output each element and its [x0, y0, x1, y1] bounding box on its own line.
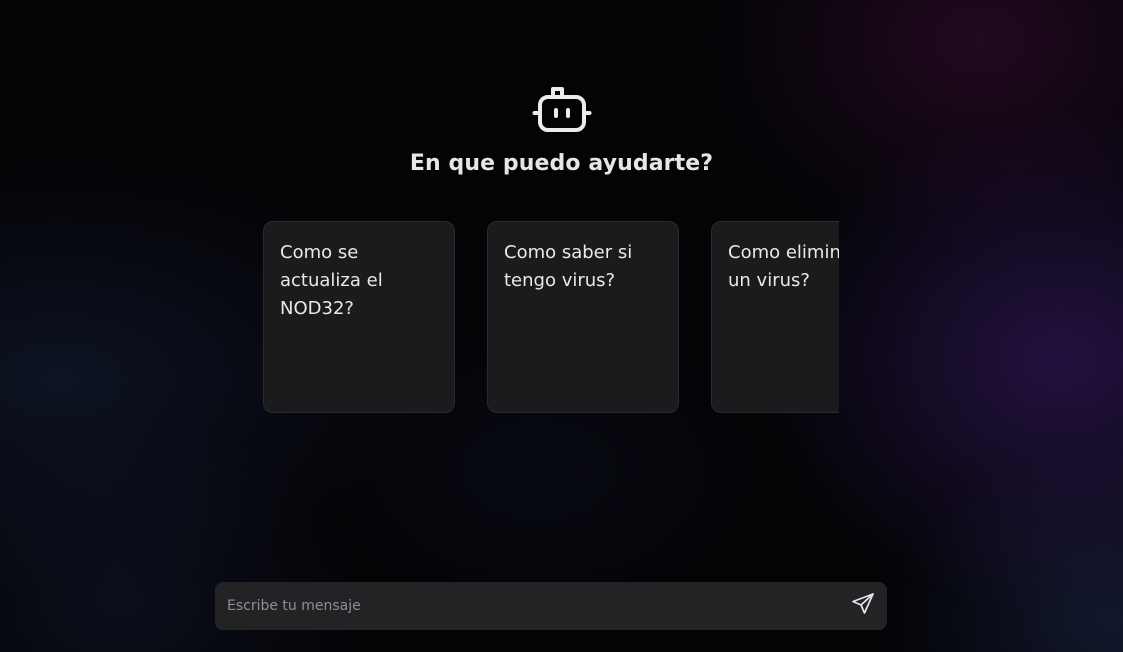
suggestions-track: Como se actualiza el NOD32? Como saber s…: [263, 221, 839, 413]
suggestion-card[interactable]: Como saber si tengo virus?: [487, 221, 679, 413]
suggestion-text: Como se actualiza el NOD32?: [280, 242, 383, 319]
suggestion-text: Como eliminar un virus?: [728, 242, 839, 291]
suggestions-carousel: Como se actualiza el NOD32? Como saber s…: [263, 221, 839, 413]
suggestion-text: Como saber si tengo virus?: [504, 242, 633, 291]
send-button[interactable]: [839, 582, 887, 630]
message-composer: [215, 582, 887, 630]
suggestion-card[interactable]: Como se actualiza el NOD32?: [263, 221, 455, 413]
send-icon: [851, 592, 875, 620]
welcome-title: En que puedo ayudarte?: [409, 151, 714, 176]
suggestion-card[interactable]: Como eliminar un virus?: [711, 221, 839, 413]
bot-icon: [532, 84, 592, 134]
message-input[interactable]: [215, 583, 839, 629]
welcome-hero: En que puedo ayudarte?: [0, 84, 1123, 176]
